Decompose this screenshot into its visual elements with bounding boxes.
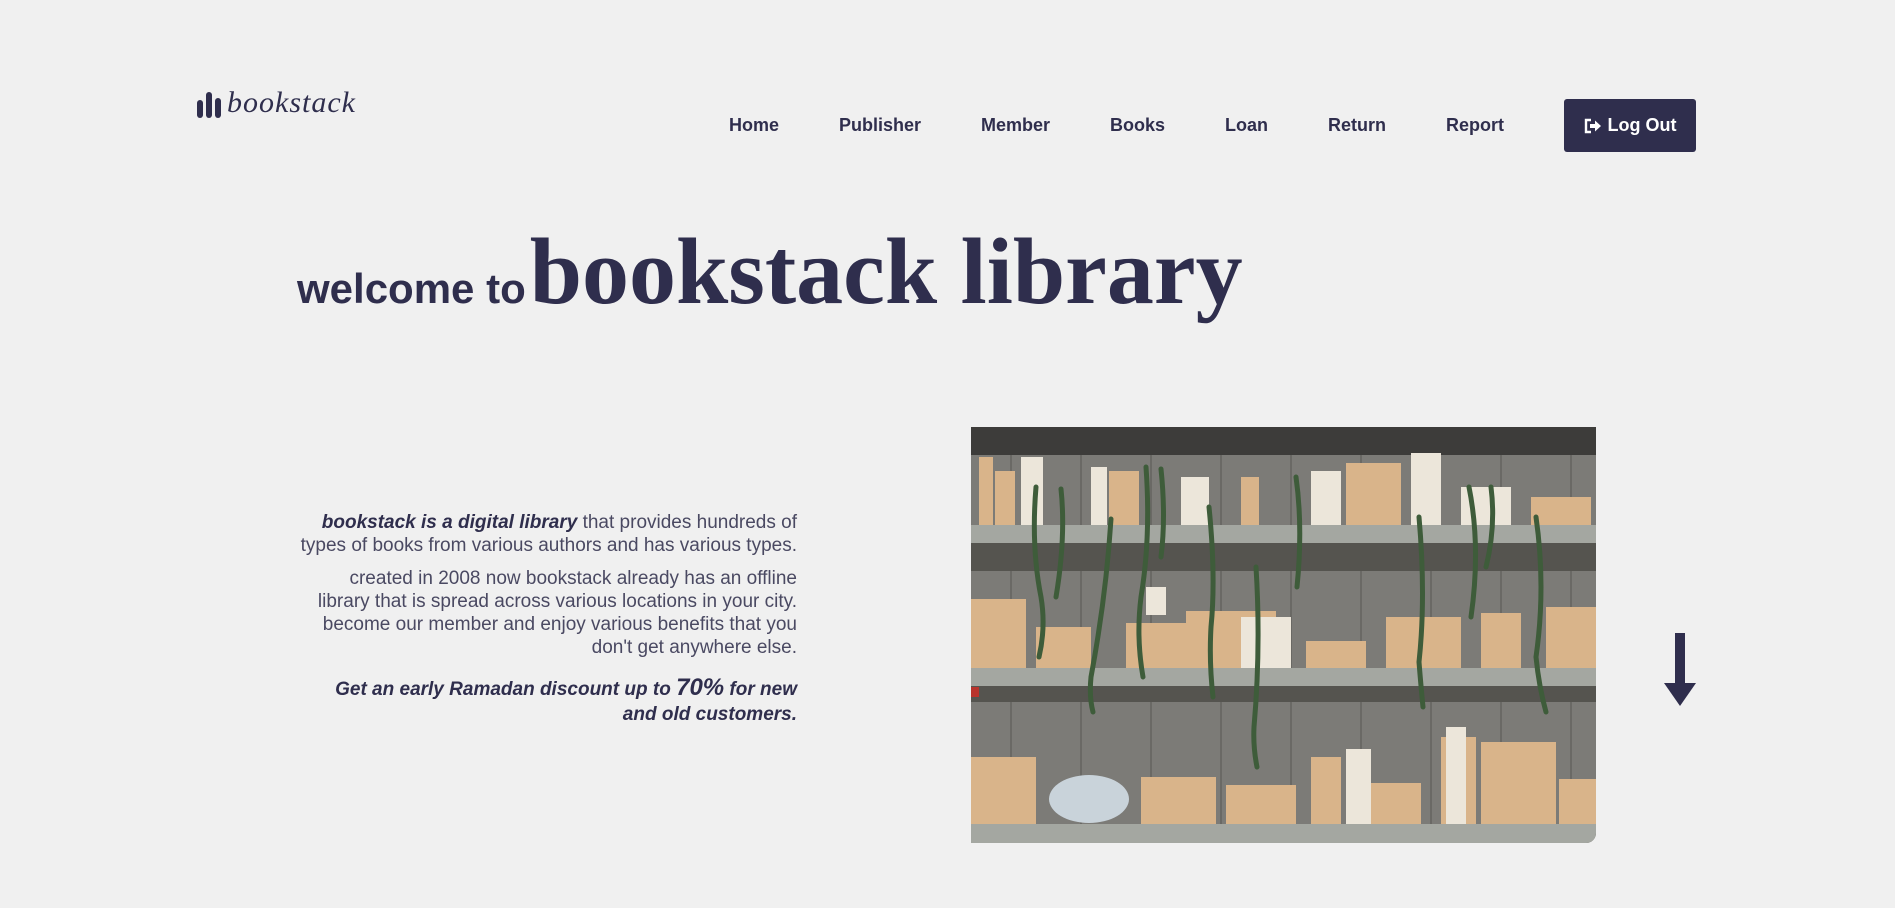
hero-prefix: welcome to xyxy=(297,265,526,312)
logout-button[interactable]: Log Out xyxy=(1564,99,1696,152)
promo-text: Get an early Ramadan discount up to 70% … xyxy=(300,675,797,727)
hero-title: bookstack library xyxy=(529,220,1243,324)
nav-report[interactable]: Report xyxy=(1446,115,1504,136)
promo-before: Get an early Ramadan discount up to xyxy=(335,679,677,700)
about-paragraph-1: bookstack is a digital library that prov… xyxy=(300,511,797,557)
nav-loan[interactable]: Loan xyxy=(1225,115,1268,136)
bookshelf-with-plants-illustration xyxy=(971,427,1596,843)
brand-name: bookstack xyxy=(227,86,356,119)
logo[interactable]: bookstack xyxy=(197,88,356,118)
about-text: bookstack is a digital library that prov… xyxy=(300,511,797,737)
hero-heading: welcome to bookstack library xyxy=(297,218,1243,326)
sign-out-icon xyxy=(1584,118,1601,133)
bar-chart-logo-icon xyxy=(197,90,221,118)
about-strong: bookstack is a digital library xyxy=(321,512,578,533)
nav-home[interactable]: Home xyxy=(729,115,779,136)
bookshelf-photo xyxy=(971,427,1596,843)
nav-return[interactable]: Return xyxy=(1328,115,1386,136)
nav-books[interactable]: Books xyxy=(1110,115,1165,136)
nav-publisher[interactable]: Publisher xyxy=(839,115,921,136)
logout-label: Log Out xyxy=(1607,115,1677,135)
arrow-down-icon[interactable] xyxy=(1664,633,1696,706)
promo-value: 70% xyxy=(676,674,725,701)
nav-member[interactable]: Member xyxy=(981,115,1050,136)
about-paragraph-2: created in 2008 now bookstack already ha… xyxy=(317,568,797,658)
